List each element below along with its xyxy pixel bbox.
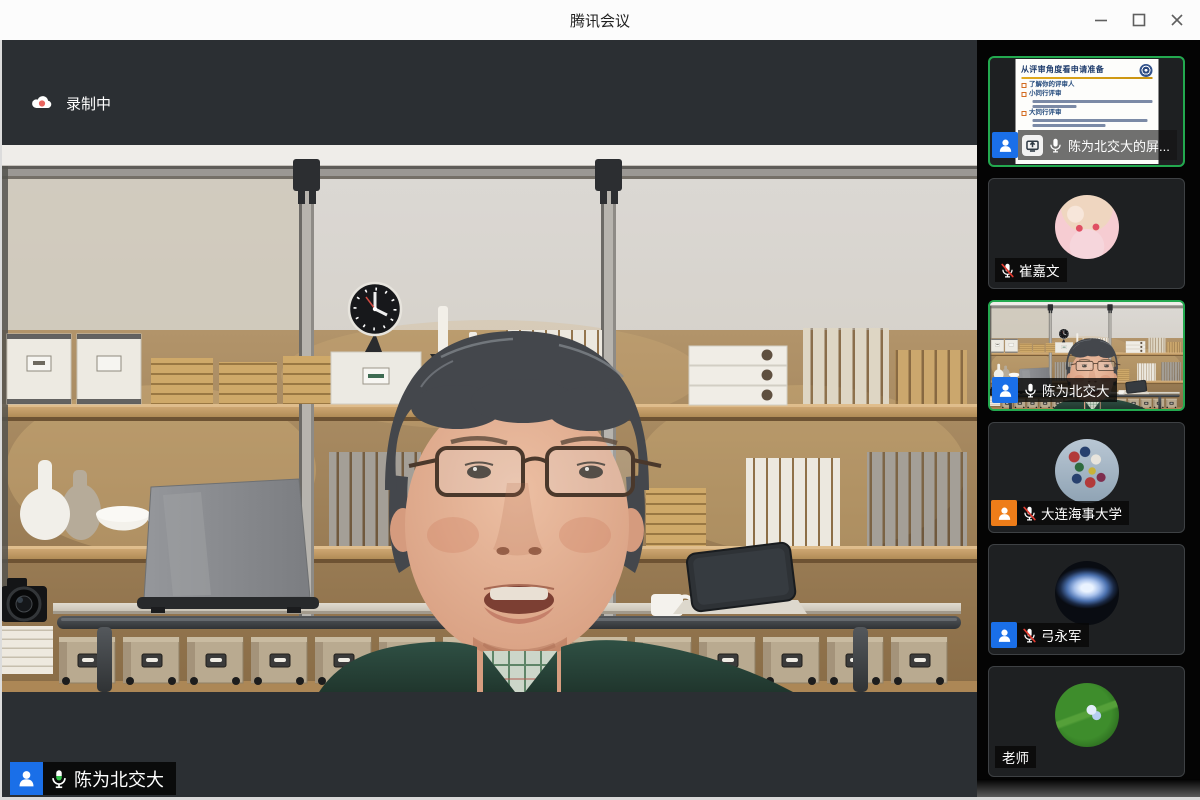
- main-video-nametag: 陈为北交大: [10, 762, 176, 795]
- mic-muted-icon: [999, 262, 1016, 279]
- screen-share-icon: [1022, 135, 1043, 156]
- slide-smalltext: [1032, 119, 1147, 122]
- slide-smalltext: [1032, 124, 1105, 127]
- avatar-butterfly-leaf: [1055, 683, 1119, 747]
- mic-muted-icon: [1021, 505, 1038, 522]
- maximize-button[interactable]: [1120, 0, 1158, 40]
- cloud-recording-icon: [30, 92, 54, 114]
- slide-bullet: 小同行评审: [1029, 91, 1062, 98]
- participant-name: 老师: [1002, 747, 1029, 767]
- participant-badge: [991, 622, 1017, 648]
- meeting-window: 腾讯会议 录制中: [0, 0, 1200, 800]
- slide-bullet: 了解你的评审人: [1029, 82, 1075, 89]
- close-button[interactable]: [1158, 0, 1196, 40]
- avatar-jellyfish: [1055, 561, 1119, 625]
- person-icon: [16, 768, 37, 789]
- participant-name: 弓永军: [1041, 625, 1082, 645]
- main-video-name: 陈为北交大: [74, 766, 164, 792]
- slide-smalltext: [1032, 105, 1077, 108]
- titlebar[interactable]: 腾讯会议: [0, 0, 1200, 40]
- tile-participant[interactable]: 老师: [988, 666, 1185, 777]
- mic-on-icon: [1022, 382, 1039, 399]
- slide-smalltext: [1032, 100, 1153, 103]
- mic-on-icon: [48, 768, 70, 790]
- window-controls: [1082, 0, 1196, 40]
- main-video[interactable]: [2, 145, 977, 692]
- minimize-button[interactable]: [1082, 0, 1120, 40]
- avatar-balloons: [1055, 439, 1119, 503]
- tile-screen-share[interactable]: 从评审角度看申请准备 了解你的评审人 小同行评审 大同行评审: [988, 56, 1185, 167]
- slide-divider: [1021, 77, 1152, 79]
- main-stage: 录制中 陈为北交大: [0, 40, 977, 800]
- slide-logo-icon: [1139, 64, 1152, 77]
- participant-name: 陈为北交大: [1042, 380, 1110, 400]
- minimize-icon: [1094, 13, 1108, 27]
- slide-bullet: 大同行评审: [1029, 110, 1062, 117]
- recording-label: 录制中: [66, 93, 111, 114]
- participant-badge: [991, 500, 1017, 526]
- bullet-marker: [1021, 92, 1026, 97]
- mic-muted-icon: [1021, 627, 1038, 644]
- participant-badge: [10, 762, 43, 795]
- participant-name: 陈为北交大的屏...: [1068, 136, 1170, 155]
- person-icon: [997, 137, 1014, 154]
- participant-name: 大连海事大学: [1041, 503, 1122, 523]
- tile-participant[interactable]: 弓永军: [988, 544, 1185, 655]
- bullet-marker: [1021, 111, 1026, 116]
- slide-title: 从评审角度看申请准备: [1021, 64, 1138, 75]
- bullet-marker: [1021, 83, 1026, 88]
- close-icon: [1170, 13, 1184, 27]
- avatar-anime-girl: [1055, 195, 1119, 259]
- participants-sidebar[interactable]: 从评审角度看申请准备 了解你的评审人 小同行评审 大同行评审: [977, 40, 1200, 800]
- tile-participant[interactable]: 大连海事大学: [988, 422, 1185, 533]
- person-icon: [996, 505, 1013, 522]
- mic-on-icon: [1047, 137, 1064, 154]
- bookshelf-video-scene: [2, 145, 977, 692]
- window-title: 腾讯会议: [570, 10, 630, 31]
- person-icon: [997, 382, 1014, 399]
- participant-badge: [992, 132, 1018, 158]
- maximize-icon: [1132, 13, 1146, 27]
- tile-self-video[interactable]: 陈为北交大: [988, 300, 1185, 411]
- person-icon: [996, 627, 1013, 644]
- recording-indicator: 录制中: [30, 92, 111, 114]
- participant-badge: [992, 377, 1018, 403]
- participant-name: 崔嘉文: [1019, 260, 1060, 280]
- tile-participant[interactable]: 崔嘉文: [988, 178, 1185, 289]
